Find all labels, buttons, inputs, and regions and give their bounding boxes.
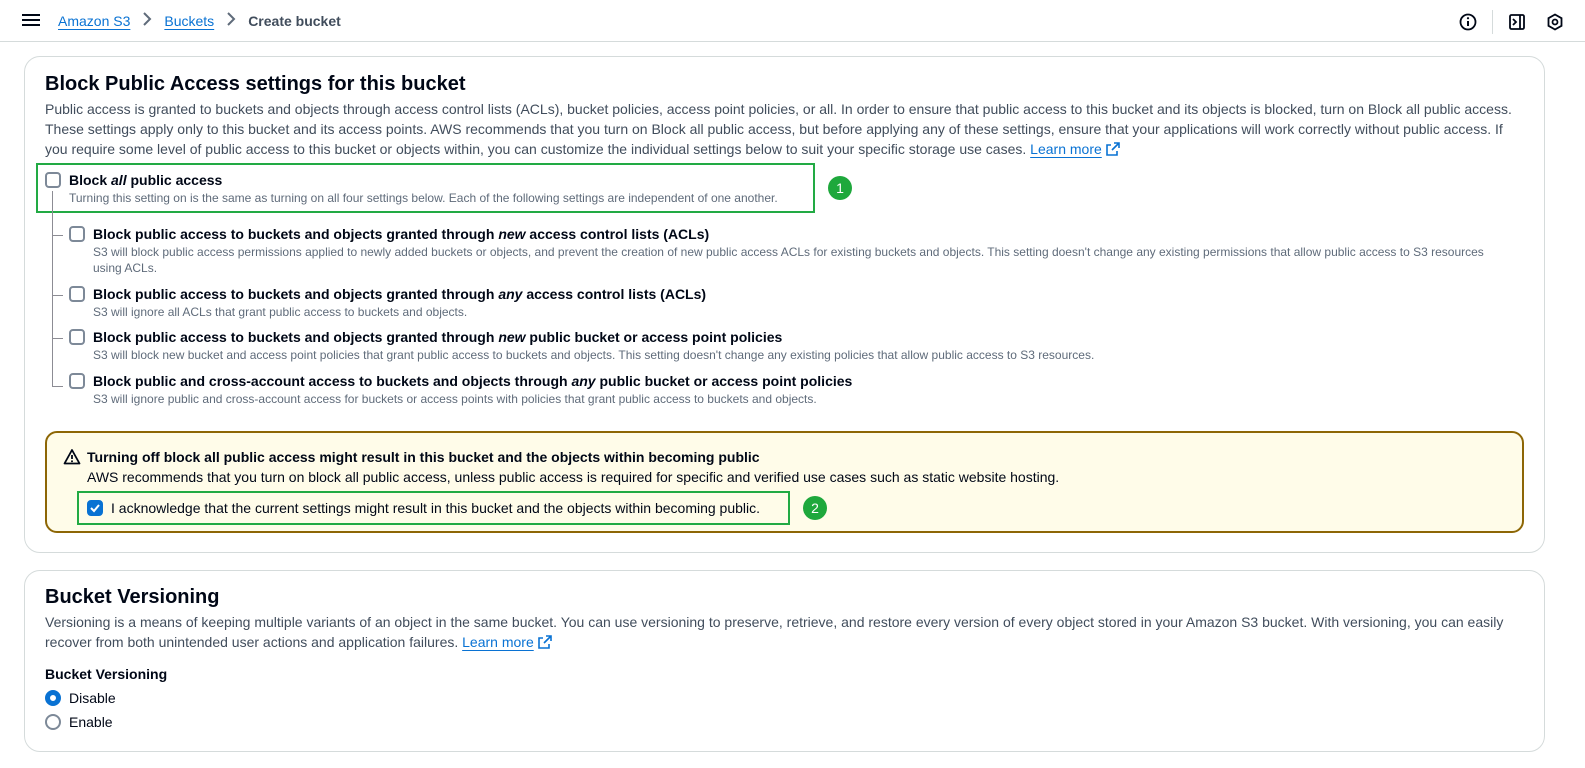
block-new-policies-title: Block public access to buckets and objec… [93,329,783,345]
menu-icon[interactable] [22,12,40,30]
acknowledge-label[interactable]: I acknowledge that the current settings … [111,500,760,516]
block-new-acls-description: S3 will block public access permissions … [93,245,1484,275]
versioning-enable-radio[interactable] [45,714,61,730]
tree-branch [53,295,63,296]
block-new-policies-checkbox[interactable] [69,329,85,345]
block-cross-account-description: S3 will ignore public and cross-account … [93,392,817,406]
versioning-learn-more-link[interactable]: Learn more [462,634,534,650]
breadcrumb-current: Create bucket [248,13,341,29]
block-all-description: Turning this setting on is the same as t… [69,191,778,205]
external-link-icon [537,634,552,654]
versioning-enable-label[interactable]: Enable [69,714,113,730]
step-badge-2: 2 [803,496,827,520]
versioning-title: Bucket Versioning [45,586,220,608]
external-link-icon [1105,141,1120,161]
tree-branch [53,235,63,236]
chevron-right-icon [142,12,152,30]
breadcrumb: Amazon S3 Buckets Create bucket [58,12,341,30]
breadcrumb-amazon-s3[interactable]: Amazon S3 [58,13,130,29]
block-new-acls-checkbox[interactable] [69,226,85,242]
tree-line [52,191,53,387]
block-any-acls-title: Block public access to buckets and objec… [93,286,707,302]
warning-alert: Turning off block all public access migh… [45,431,1524,533]
tree-branch [53,338,63,339]
info-icon[interactable] [1458,12,1478,32]
breadcrumb-buckets[interactable]: Buckets [164,13,214,29]
learn-more-link[interactable]: Learn more [1030,141,1102,157]
warning-icon [63,448,81,471]
notifications-panel-icon[interactable] [1507,12,1527,32]
block-all-checkbox[interactable] [45,172,61,188]
checkmark-icon [90,504,100,513]
divider [1492,10,1493,34]
block-public-access-container: Block Public Access settings for this bu… [24,56,1545,553]
block-new-acls-title: Block public access to buckets and objec… [93,226,710,242]
section-title: Block Public Access settings for this bu… [45,73,466,95]
versioning-description: Versioning is a means of keeping multipl… [45,612,1525,654]
versioning-disable-label[interactable]: Disable [69,690,116,706]
chevron-right-icon [226,12,236,30]
block-any-acls-description: S3 will ignore all ACLs that grant publi… [93,305,468,319]
tree-branch [53,386,63,387]
block-new-policies-description: S3 will block new bucket and access poin… [93,348,1095,362]
step-badge-1: 1 [828,176,852,200]
bucket-versioning-container: Bucket Versioning Versioning is a means … [24,570,1545,752]
top-navigation-bar: Amazon S3 Buckets Create bucket [0,0,1585,42]
block-any-acls-checkbox[interactable] [69,286,85,302]
settings-hexagon-icon[interactable] [1545,12,1565,32]
block-cross-account-checkbox[interactable] [69,373,85,389]
block-cross-account-title: Block public and cross-account access to… [93,373,853,389]
versioning-disable-radio[interactable] [45,690,61,706]
versioning-field-label: Bucket Versioning [45,666,168,682]
block-all-title: Block all public access [69,172,223,188]
warning-text: AWS recommends that you turn on block al… [87,469,1060,485]
section-description: Public access is granted to buckets and … [45,99,1525,161]
acknowledge-checkbox[interactable] [87,500,103,516]
warning-title: Turning off block all public access migh… [87,449,760,465]
